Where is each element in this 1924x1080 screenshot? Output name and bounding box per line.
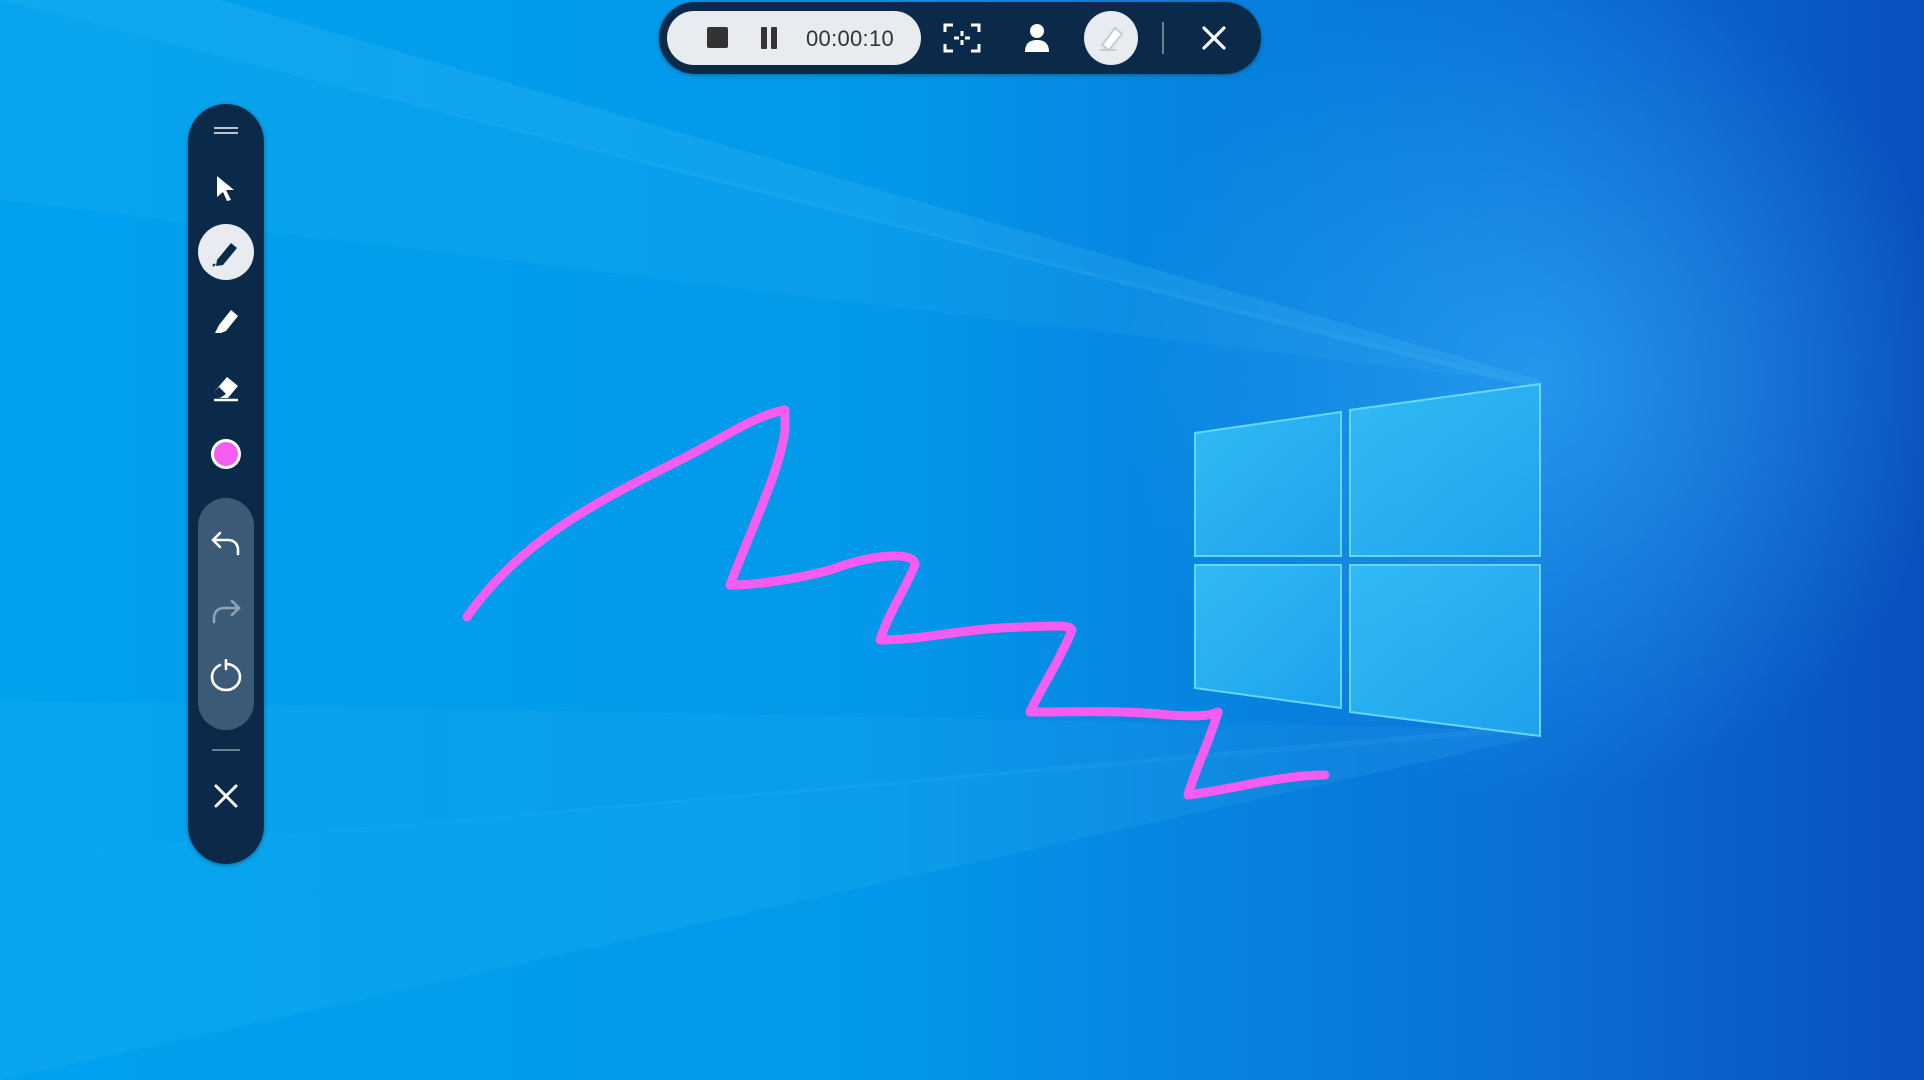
redo-icon [212, 599, 241, 624]
highlight-toggle-button[interactable] [1084, 11, 1138, 65]
recording-status-pill: 00:00:10 [667, 11, 921, 65]
cursor-arrow-icon [217, 176, 234, 201]
undo-icon [211, 531, 240, 556]
region-select-icon [943, 23, 981, 53]
toolbar-divider [212, 749, 240, 751]
select-tool-button[interactable] [198, 160, 254, 216]
pen-tool-button[interactable] [198, 224, 254, 280]
redo-button[interactable] [198, 582, 254, 638]
eraser-tool-button[interactable] [198, 360, 254, 416]
recording-control-bar: 00:00:10 [659, 2, 1261, 74]
eraser-icon [1100, 26, 1124, 52]
stop-recording-button[interactable] [707, 27, 728, 48]
annotation-toolbar [188, 104, 264, 864]
clear-all-button[interactable] [198, 648, 254, 704]
recording-timer: 00:00:10 [806, 26, 895, 51]
pen-icon [212, 243, 237, 267]
region-select-button[interactable] [940, 16, 984, 60]
eraser-icon [214, 377, 238, 402]
close-recorder-button[interactable] [1192, 16, 1236, 60]
history-controls [198, 498, 254, 730]
drag-handle[interactable] [214, 126, 238, 136]
close-icon [214, 784, 238, 808]
webcam-toggle-button[interactable] [1015, 16, 1059, 60]
undo-button[interactable] [198, 514, 254, 570]
windows-wallpaper [0, 0, 1924, 1080]
close-annotation-button[interactable] [198, 768, 254, 824]
toolbar-divider [1162, 22, 1164, 54]
close-icon [1202, 26, 1226, 50]
color-swatch [211, 439, 241, 469]
pause-recording-button[interactable] [758, 27, 780, 49]
desktop-background [0, 0, 1924, 1080]
highlighter-tool-button[interactable] [198, 292, 254, 348]
person-icon [1025, 24, 1049, 52]
pen-color-button[interactable] [198, 426, 254, 482]
reset-icon [210, 659, 242, 692]
highlighter-icon [215, 310, 238, 333]
